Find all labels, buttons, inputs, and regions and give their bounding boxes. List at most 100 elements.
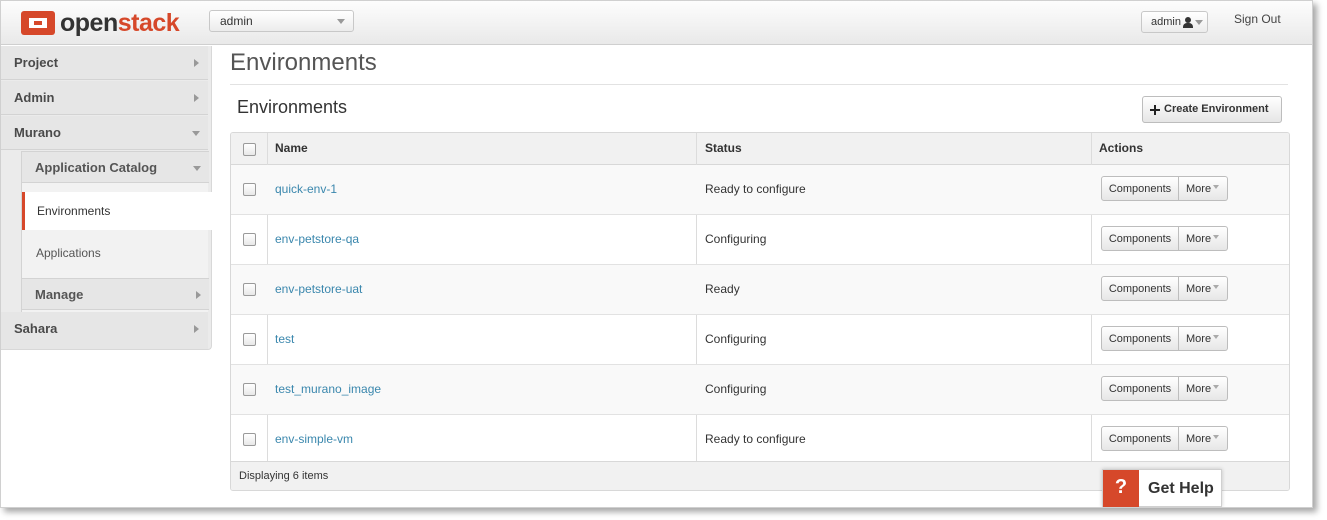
- chevron-right-icon: [194, 94, 199, 102]
- sidebar-group-label: Application Catalog: [35, 160, 158, 175]
- divider: [230, 84, 1288, 85]
- more-actions-button[interactable]: More: [1179, 326, 1228, 351]
- environment-name-link[interactable]: env-petstore-qa: [275, 232, 359, 246]
- sidebar-item-environments[interactable]: Environments: [22, 192, 212, 230]
- table-row: quick-env-1 Ready to configure Component…: [231, 165, 1289, 215]
- components-button[interactable]: Components: [1101, 426, 1179, 451]
- sidebar-item-label: Project: [14, 55, 59, 70]
- environment-name-link[interactable]: test: [275, 332, 294, 346]
- sidebar-group-label: Manage: [35, 287, 84, 302]
- top-bar: openstack admin admin Sign Out: [1, 1, 1312, 45]
- more-actions-button[interactable]: More: [1179, 376, 1228, 401]
- logo-text-open: open: [60, 8, 118, 37]
- sidebar-item-label: Murano: [14, 125, 61, 140]
- environment-status: Ready to configure: [705, 432, 806, 446]
- table-row: test_murano_image Configuring Components…: [231, 365, 1289, 415]
- chevron-down-icon: [1213, 335, 1219, 339]
- chevron-down-icon: [192, 131, 200, 136]
- logo-text: openstack: [60, 8, 180, 38]
- environment-status: Configuring: [705, 332, 767, 346]
- project-selector-value: admin: [220, 14, 253, 28]
- chevron-down-icon: [1213, 435, 1219, 439]
- column-header-status[interactable]: Status: [705, 141, 742, 155]
- row-checkbox[interactable]: [243, 233, 256, 246]
- logo-text-stack: stack: [117, 8, 180, 37]
- more-actions-button[interactable]: More: [1179, 426, 1228, 451]
- row-checkbox[interactable]: [243, 283, 256, 296]
- chevron-right-icon: [194, 59, 199, 67]
- components-button[interactable]: Components: [1101, 226, 1179, 251]
- openstack-logo[interactable]: openstack: [21, 8, 180, 38]
- environment-status: Configuring: [705, 382, 767, 396]
- sign-out-link[interactable]: Sign Out: [1234, 12, 1281, 26]
- components-button[interactable]: Components: [1101, 376, 1179, 401]
- plus-icon: [1150, 105, 1160, 115]
- create-environment-label: Create Environment: [1164, 103, 1269, 115]
- row-actions: Components More: [1101, 176, 1228, 201]
- get-help-widget[interactable]: ? Get Help: [1102, 469, 1222, 507]
- column-header-actions: Actions: [1099, 141, 1144, 155]
- environment-status: Ready to configure: [705, 182, 806, 196]
- table-row: env-simple-vm Ready to configure Compone…: [231, 415, 1289, 461]
- chevron-down-icon: [1213, 235, 1219, 239]
- more-actions-button[interactable]: More: [1179, 226, 1228, 251]
- user-icon: [1183, 17, 1193, 28]
- select-all-checkbox[interactable]: [243, 143, 256, 156]
- sidebar-item-murano[interactable]: Murano: [1, 116, 208, 150]
- chevron-down-icon: [1213, 285, 1219, 289]
- chevron-right-icon: [194, 325, 199, 333]
- table-header: Name Status Actions: [231, 133, 1289, 165]
- user-name: admin: [1151, 16, 1181, 28]
- chevron-down-icon: [337, 19, 345, 24]
- sidebar-item-project[interactable]: Project: [1, 46, 208, 80]
- more-label: More: [1186, 183, 1212, 195]
- row-checkbox[interactable]: [243, 333, 256, 346]
- chevron-down-icon: [1213, 385, 1219, 389]
- more-actions-button[interactable]: More: [1179, 276, 1228, 301]
- row-checkbox[interactable]: [243, 183, 256, 196]
- page-title: Environments: [230, 49, 377, 76]
- row-actions: Components More: [1101, 376, 1228, 401]
- sidebar-group-manage[interactable]: Manage: [22, 278, 209, 310]
- more-label: More: [1186, 383, 1212, 395]
- table-row: env-petstore-qa Configuring Components M…: [231, 215, 1289, 265]
- environment-name-link[interactable]: env-petstore-uat: [275, 282, 362, 296]
- environment-status: Ready: [705, 282, 740, 296]
- environment-name-link[interactable]: test_murano_image: [275, 382, 381, 396]
- sidebar-item-applications[interactable]: Applications: [22, 234, 209, 272]
- column-header-name[interactable]: Name: [275, 141, 308, 155]
- sidebar: Project Admin Murano Application Catalog…: [1, 46, 212, 350]
- more-actions-button[interactable]: More: [1179, 176, 1228, 201]
- app-window: openstack admin admin Sign Out Project A…: [0, 0, 1313, 508]
- environment-name-link[interactable]: env-simple-vm: [275, 432, 353, 446]
- table-title: Environments: [237, 97, 348, 117]
- table-row: test Configuring Components More: [231, 315, 1289, 365]
- openstack-logo-icon: [21, 9, 55, 37]
- question-icon: ?: [1103, 470, 1139, 507]
- more-label: More: [1186, 233, 1212, 245]
- more-label: More: [1186, 433, 1212, 445]
- row-checkbox[interactable]: [243, 433, 256, 446]
- chevron-down-icon: [193, 166, 201, 171]
- row-actions: Components More: [1101, 276, 1228, 301]
- row-actions: Components More: [1101, 226, 1228, 251]
- get-help-label: Get Help: [1148, 480, 1214, 497]
- environments-table: Name Status Actions quick-env-1 Ready to…: [230, 132, 1290, 491]
- components-button[interactable]: Components: [1101, 176, 1179, 201]
- user-menu-button[interactable]: admin: [1141, 11, 1208, 33]
- sidebar-item-label: Admin: [14, 90, 55, 105]
- sidebar-item-label: Sahara: [14, 321, 58, 336]
- components-button[interactable]: Components: [1101, 276, 1179, 301]
- row-actions: Components More: [1101, 326, 1228, 351]
- sidebar-item-sahara[interactable]: Sahara: [1, 312, 208, 349]
- sidebar-group-application-catalog[interactable]: Application Catalog: [22, 151, 209, 183]
- project-selector[interactable]: admin: [209, 10, 354, 32]
- components-button[interactable]: Components: [1101, 326, 1179, 351]
- create-environment-button[interactable]: Create Environment: [1142, 96, 1282, 123]
- chevron-right-icon: [196, 291, 201, 299]
- murano-subnav: Application Catalog Environments Applica…: [21, 151, 212, 313]
- row-checkbox[interactable]: [243, 383, 256, 396]
- chevron-down-icon: [1195, 20, 1203, 25]
- environment-name-link[interactable]: quick-env-1: [275, 182, 337, 196]
- sidebar-item-admin[interactable]: Admin: [1, 81, 208, 115]
